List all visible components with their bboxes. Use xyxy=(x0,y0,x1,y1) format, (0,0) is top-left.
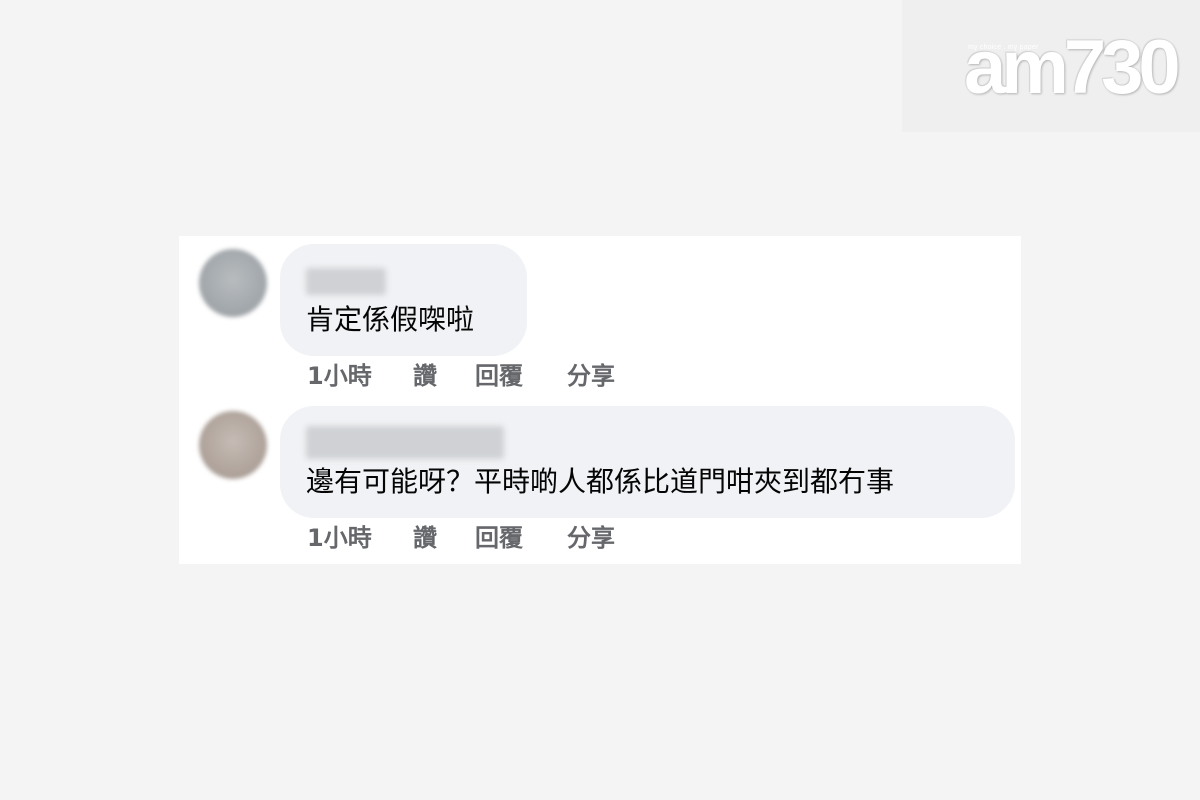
avatar[interactable] xyxy=(199,249,267,317)
author-name-redacted[interactable] xyxy=(306,268,386,295)
am730-logo: my choice . my paper am730 xyxy=(902,0,1200,132)
share-button[interactable]: 分享 xyxy=(567,523,615,553)
comment-bubble: 肯定係假㗎啦 xyxy=(280,244,527,356)
comment-text: 肯定係假㗎啦 xyxy=(306,303,475,336)
comment-text: 邊有可能呀？平時啲人都係比道門咁夾到都冇事 xyxy=(306,465,895,498)
share-button[interactable]: 分享 xyxy=(567,361,615,391)
comment-bubble: 邊有可能呀？平時啲人都係比道門咁夾到都冇事 xyxy=(280,406,1015,518)
reply-button[interactable]: 回覆 xyxy=(475,523,523,553)
like-button[interactable]: 讚 xyxy=(413,361,437,391)
like-button[interactable]: 讚 xyxy=(413,523,437,553)
reply-button[interactable]: 回覆 xyxy=(475,361,523,391)
author-name-redacted[interactable] xyxy=(306,426,504,459)
logo-wordmark: am730 xyxy=(964,25,1181,110)
avatar[interactable] xyxy=(199,411,267,479)
comment-timestamp-link[interactable]: 1小時 xyxy=(307,361,372,391)
comment-timestamp-link[interactable]: 1小時 xyxy=(307,523,372,553)
comment-thread: 肯定係假㗎啦 1小時 讚 回覆 分享 邊有可能呀？平時啲人都係比道門咁夾到都冇事… xyxy=(179,236,1021,564)
